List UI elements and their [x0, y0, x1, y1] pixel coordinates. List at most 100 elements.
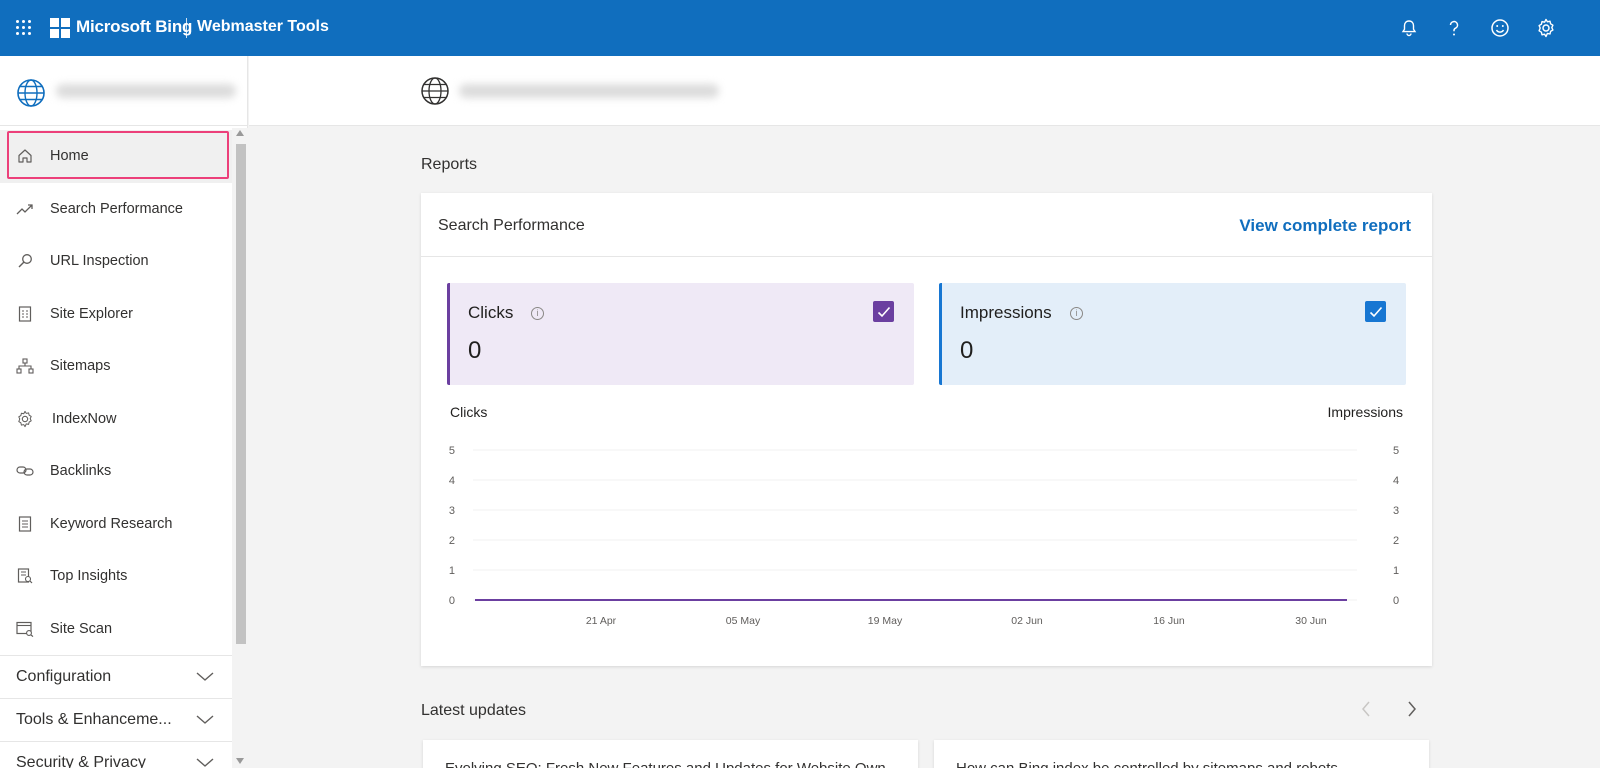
clicks-label: Clicks	[468, 303, 514, 322]
sidebar-item-label: Search Performance	[50, 200, 183, 217]
search-performance-card: Search Performance View complete report …	[421, 193, 1432, 666]
sidebar-section-tools[interactable]: Tools & Enhanceme...	[0, 698, 232, 741]
sidebar-item-keyword-research[interactable]: Keyword Research	[0, 498, 232, 551]
site-header-bar	[249, 56, 1600, 126]
search-performance-chart: Clicks Impressions 0 1 2 3 4 5 0 1 2 3 4 5 21 Apr 05 Ma…	[421, 403, 1432, 653]
y-tick-label: 0	[449, 595, 455, 607]
clicks-metric-tile[interactable]: Clicks i 0	[447, 283, 914, 385]
help-icon[interactable]	[1442, 16, 1466, 40]
previous-arrow-icon[interactable]	[1354, 697, 1378, 721]
y-tick-label: 3	[449, 505, 455, 517]
y-tick-label: 4	[449, 475, 455, 487]
sidebar-item-site-scan[interactable]: Site Scan	[0, 603, 232, 656]
card-title: Search Performance	[438, 217, 585, 234]
update-title: Evolving SEO: Fresh New Features and Upd…	[445, 760, 898, 768]
x-tick-label: 16 Jun	[1153, 615, 1185, 627]
site-url-redacted	[459, 84, 719, 98]
y2-axis-title: Impressions	[1328, 404, 1403, 420]
gear-icon	[16, 410, 34, 428]
sidebar-scrollbar[interactable]	[232, 128, 248, 768]
site-name-redacted	[56, 84, 236, 98]
section-label: Tools & Enhanceme...	[16, 711, 172, 728]
sidebar-item-top-insights[interactable]: Top Insights	[0, 550, 232, 603]
sidebar-item-label: Top Insights	[50, 568, 128, 585]
impressions-checkbox[interactable]	[1365, 301, 1386, 322]
sidebar-item-sitemaps[interactable]: Sitemaps	[0, 340, 232, 393]
sidebar-item-label: Site Scan	[50, 620, 113, 637]
info-icon[interactable]: i	[1070, 307, 1083, 320]
next-arrow-icon[interactable]	[1400, 697, 1424, 721]
y-tick-label: 1	[449, 565, 455, 577]
y2-tick-label: 1	[1393, 565, 1399, 577]
sidebar-item-label: IndexNow	[52, 410, 117, 427]
apps-waffle-icon[interactable]	[16, 20, 32, 36]
settings-gear-icon[interactable]	[1534, 16, 1558, 40]
sidebar-item-search-performance[interactable]: Search Performance	[0, 183, 232, 236]
globe-icon	[17, 79, 45, 107]
sidebar-item-backlinks[interactable]: Backlinks	[0, 445, 232, 498]
sidebar-item-url-inspection[interactable]: URL Inspection	[0, 235, 232, 288]
clicks-value: 0	[468, 337, 482, 364]
scrollbar-thumb[interactable]	[236, 144, 246, 644]
product-name[interactable]: Webmaster Tools	[197, 18, 329, 36]
chevron-down-icon	[196, 758, 214, 767]
list-icon	[16, 515, 34, 533]
card-header: Search Performance View complete report	[421, 193, 1432, 257]
chevron-down-icon	[196, 715, 214, 724]
sidebar-item-indexnow[interactable]: IndexNow	[0, 393, 232, 446]
sidebar-item-label: Home	[50, 148, 89, 165]
microsoft-logo-icon	[50, 18, 70, 38]
y2-tick-label: 0	[1393, 595, 1399, 607]
reports-heading: Reports	[421, 156, 478, 173]
sidebar-menu: Home Search Performance URL Inspection S…	[0, 130, 232, 768]
sidebar-item-home[interactable]: Home	[0, 130, 232, 183]
link-icon	[16, 462, 34, 480]
x-tick-label: 21 Apr	[586, 615, 617, 627]
update-card[interactable]: Evolving SEO: Fresh New Features and Upd…	[423, 740, 918, 768]
notification-bell-icon[interactable]	[1397, 16, 1421, 40]
y2-tick-label: 3	[1393, 505, 1399, 517]
update-card[interactable]: How can Bing index be controlled by site…	[934, 740, 1429, 768]
y-tick-label: 2	[449, 535, 455, 547]
sidebar-section-security-privacy[interactable]: Security & Privacy	[0, 741, 232, 768]
section-label: Configuration	[16, 668, 112, 685]
view-complete-report-link[interactable]: View complete report	[1239, 216, 1411, 236]
y2-tick-label: 2	[1393, 535, 1399, 547]
clicks-checkbox[interactable]	[873, 301, 894, 322]
impressions-label: Impressions	[960, 303, 1052, 322]
update-title: How can Bing index be controlled by site…	[956, 760, 1350, 768]
sidebar-item-label: URL Inspection	[50, 253, 149, 270]
left-navigation: Home Search Performance URL Inspection S…	[0, 56, 248, 768]
top-bar: Microsoft Bing Webmaster Tools	[0, 0, 1600, 56]
y-axis-title: Clicks	[450, 404, 487, 420]
x-tick-label: 19 May	[868, 615, 903, 627]
sidebar-item-label: Sitemaps	[50, 358, 111, 375]
sidebar-item-label: Site Explorer	[50, 305, 134, 322]
scan-icon	[16, 620, 34, 638]
brand-name[interactable]: Microsoft Bing	[76, 17, 192, 37]
scroll-up-arrow-icon[interactable]	[236, 130, 244, 136]
search-icon	[16, 252, 34, 270]
feedback-smiley-icon[interactable]	[1488, 16, 1512, 40]
globe-icon	[421, 77, 449, 105]
document-icon	[16, 305, 34, 323]
impressions-metric-tile[interactable]: Impressions i 0	[939, 283, 1406, 385]
impressions-value: 0	[960, 337, 974, 364]
x-tick-label: 30 Jun	[1295, 615, 1327, 627]
sidebar-section-configuration[interactable]: Configuration	[0, 655, 232, 698]
sidebar-item-label: Keyword Research	[50, 515, 173, 532]
x-tick-label: 02 Jun	[1011, 615, 1043, 627]
x-tick-label: 05 May	[726, 615, 761, 627]
sidebar-item-site-explorer[interactable]: Site Explorer	[0, 288, 232, 341]
site-selector[interactable]	[0, 56, 248, 126]
insights-icon	[16, 567, 34, 585]
y2-tick-label: 4	[1393, 475, 1399, 487]
scroll-down-arrow-icon[interactable]	[236, 758, 244, 764]
checkmark-icon	[877, 306, 890, 317]
latest-updates-heading: Latest updates	[421, 702, 526, 719]
info-icon[interactable]: i	[531, 307, 544, 320]
checkmark-icon	[1369, 306, 1382, 317]
brand-divider	[186, 18, 187, 38]
sidebar-item-label: Backlinks	[50, 463, 112, 480]
trend-icon	[16, 200, 34, 218]
